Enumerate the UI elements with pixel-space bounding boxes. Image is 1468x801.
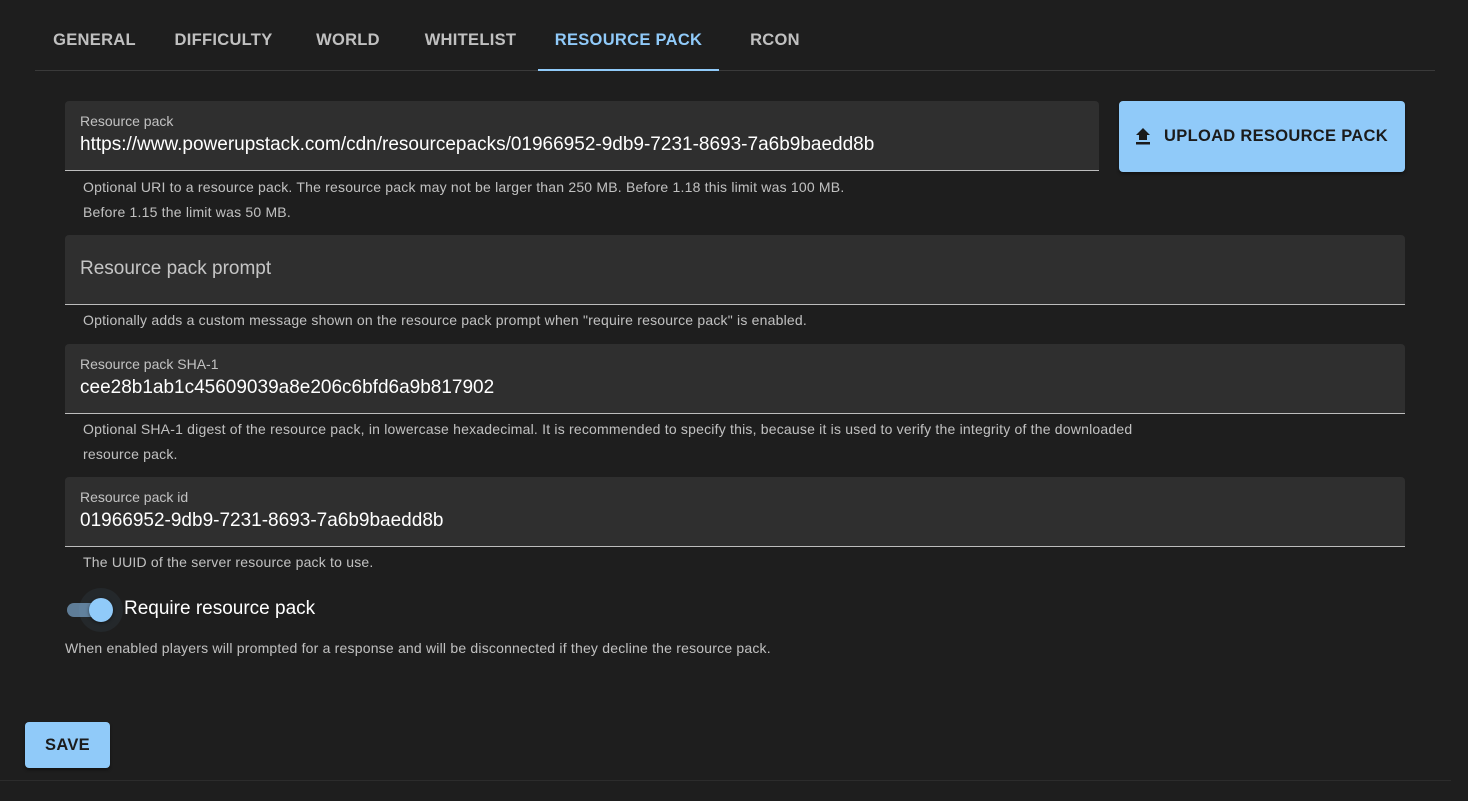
- require-resource-pack-switch[interactable]: [65, 588, 123, 632]
- settings-panel: GENERAL DIFFICULTY WORLD WHITELIST RESOU…: [0, 0, 1451, 781]
- tab-world[interactable]: WORLD: [293, 0, 403, 70]
- upload-resource-pack-label: UPLOAD RESOURCE PACK: [1164, 127, 1388, 145]
- resource-pack-url-field[interactable]: Resource pack: [65, 101, 1099, 171]
- resource-pack-url-helper: Optional URI to a resource pack. The res…: [83, 175, 844, 225]
- require-resource-pack-helper: When enabled players will prompted for a…: [65, 640, 771, 656]
- resource-pack-url-input[interactable]: [80, 134, 1084, 156]
- tab-general[interactable]: GENERAL: [35, 0, 154, 70]
- resource-pack-id-input[interactable]: [80, 510, 1390, 532]
- tab-resource-pack[interactable]: RESOURCE PACK: [538, 0, 719, 71]
- resource-pack-sha1-helper-line1: Optional SHA-1 digest of the resource pa…: [83, 421, 1133, 437]
- upload-icon: [1136, 128, 1151, 145]
- resource-pack-sha1-input[interactable]: [80, 377, 1390, 399]
- tab-bar: GENERAL DIFFICULTY WORLD WHITELIST RESOU…: [35, 0, 1435, 71]
- resource-pack-sha1-field[interactable]: Resource pack SHA-1: [65, 344, 1405, 414]
- resource-pack-prompt-input[interactable]: [80, 258, 1390, 280]
- upload-resource-pack-button[interactable]: UPLOAD RESOURCE PACK: [1119, 101, 1405, 172]
- save-button[interactable]: SAVE: [25, 722, 110, 768]
- resource-pack-id-helper: The UUID of the server resource pack to …: [83, 554, 374, 570]
- tab-difficulty[interactable]: DIFFICULTY: [154, 0, 293, 70]
- resource-pack-sha1-label: Resource pack SHA-1: [80, 356, 219, 372]
- switch-thumb: [89, 598, 113, 622]
- resource-pack-sha1-helper-line2: resource pack.: [83, 446, 178, 462]
- resource-pack-url-helper-line2: Before 1.15 the limit was 50 MB.: [83, 204, 291, 220]
- resource-pack-sha1-helper: Optional SHA-1 digest of the resource pa…: [83, 417, 1132, 467]
- require-resource-pack-label[interactable]: Require resource pack: [124, 598, 315, 620]
- resource-pack-prompt-field[interactable]: [65, 235, 1405, 305]
- tab-rcon[interactable]: RCON: [719, 0, 831, 70]
- resource-pack-id-field[interactable]: Resource pack id: [65, 477, 1405, 547]
- tab-whitelist[interactable]: WHITELIST: [403, 0, 538, 70]
- resource-pack-url-helper-line1: Optional URI to a resource pack. The res…: [83, 179, 845, 195]
- resource-pack-id-label: Resource pack id: [80, 489, 189, 505]
- resource-pack-url-label: Resource pack: [80, 113, 174, 129]
- resource-pack-prompt-helper: Optionally adds a custom message shown o…: [83, 312, 807, 328]
